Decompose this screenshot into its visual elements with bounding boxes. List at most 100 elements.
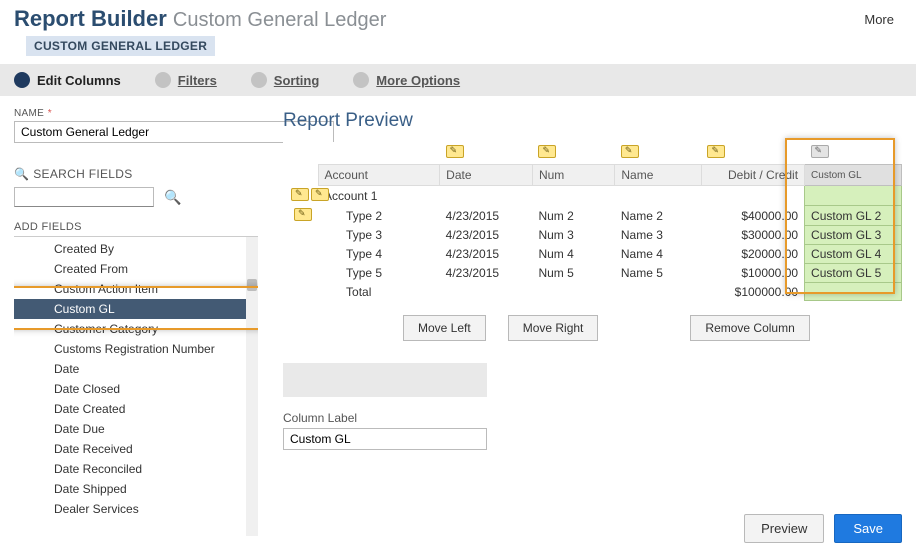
total-row: Total $100000.00	[283, 283, 902, 301]
step-label: Edit Columns	[37, 73, 121, 88]
remove-column-button[interactable]: Remove Column	[690, 315, 809, 341]
num-cell: Num 5	[532, 264, 614, 283]
date-cell: 4/23/2015	[440, 245, 533, 264]
col-date[interactable]: Date	[440, 165, 533, 186]
total-amount: $100000.00	[701, 283, 804, 301]
num-cell: Num 3	[532, 226, 614, 245]
move-left-button[interactable]: Move Left	[403, 315, 486, 341]
search-fields-label: 🔍 SEARCH FIELDS	[14, 167, 258, 181]
table-row: Type 54/23/2015Num 5Name 5$10000.00Custo…	[283, 264, 902, 283]
edit-row-icon[interactable]	[294, 208, 312, 221]
field-item[interactable]: Date Closed	[14, 379, 258, 399]
add-fields-label: ADD FIELDS	[14, 221, 258, 233]
custom-gl-cell: Custom GL 2	[805, 206, 902, 226]
step-label: More Options	[376, 73, 460, 88]
amount-cell: $20000.00	[701, 245, 804, 264]
name-cell: Name 5	[615, 264, 702, 283]
field-item[interactable]: Dealer Services	[14, 499, 258, 519]
field-item[interactable]: Date Due	[14, 419, 258, 439]
amount-cell: $30000.00	[701, 226, 804, 245]
report-preview-title: Report Preview	[283, 110, 902, 132]
step-more-options[interactable]: More Options	[353, 72, 460, 88]
table-row: Type 34/23/2015Num 3Name 3$30000.00Custo…	[283, 226, 902, 245]
type-cell: Type 5	[318, 264, 440, 283]
move-right-button[interactable]: Move Right	[508, 315, 599, 341]
preview-placeholder-block	[283, 363, 487, 397]
name-cell: Name 3	[615, 226, 702, 245]
field-item[interactable]: Custom Action Item	[14, 279, 258, 299]
field-item[interactable]: Created From	[14, 259, 258, 279]
num-cell: Num 2	[532, 206, 614, 226]
column-label-label: Column Label	[283, 411, 902, 425]
custom-gl-cell: Custom GL 5	[805, 264, 902, 283]
step-edit-columns[interactable]: Edit Columns	[14, 72, 121, 88]
table-row: Type 44/23/2015Num 4Name 4$20000.00Custo…	[283, 245, 902, 264]
title-sub: Custom General Ledger	[173, 9, 386, 31]
edit-row-icon[interactable]	[311, 188, 329, 201]
step-filters[interactable]: Filters	[155, 72, 217, 88]
step-dot-icon	[155, 72, 171, 88]
edit-column-icon[interactable]	[538, 145, 556, 158]
preview-button[interactable]: Preview	[744, 514, 824, 543]
search-input[interactable]	[14, 187, 154, 207]
col-account[interactable]: Account	[318, 165, 440, 186]
account-group-row: Account 1	[283, 186, 902, 206]
date-cell: 4/23/2015	[440, 264, 533, 283]
save-button[interactable]: Save	[834, 514, 902, 543]
scrollbar-track[interactable]	[246, 237, 258, 536]
type-cell: Type 2	[318, 206, 440, 226]
col-num[interactable]: Num	[532, 165, 614, 186]
field-item[interactable]: Date	[14, 359, 258, 379]
step-sorting[interactable]: Sorting	[251, 72, 320, 88]
step-label: Filters	[178, 73, 217, 88]
preview-table: Account Date Num Name Debit / Credit Cus…	[283, 142, 902, 301]
col-debit-credit[interactable]: Debit / Credit	[701, 165, 804, 186]
step-dot-icon	[251, 72, 267, 88]
search-fields-text: SEARCH FIELDS	[33, 167, 132, 181]
field-item[interactable]: Customer Category	[14, 319, 258, 339]
edit-column-icon[interactable]	[621, 145, 639, 158]
name-cell: Name 2	[615, 206, 702, 226]
subtitle-badge: CUSTOM GENERAL LEDGER	[26, 36, 215, 56]
num-cell: Num 4	[532, 245, 614, 264]
step-nav: Edit Columns Filters Sorting More Option…	[0, 64, 916, 96]
step-label: Sorting	[274, 73, 320, 88]
col-name[interactable]: Name	[615, 165, 702, 186]
required-asterisk: *	[48, 108, 52, 119]
step-dot-icon	[353, 72, 369, 88]
name-label: NAME	[14, 108, 44, 119]
field-item[interactable]: Date Created	[14, 399, 258, 419]
page-title: Report Builder Custom General Ledger	[14, 6, 386, 32]
type-cell: Type 4	[318, 245, 440, 264]
type-cell: Type 3	[318, 226, 440, 245]
account-group-cell: Account 1	[318, 186, 440, 206]
custom-gl-cell: Custom GL 4	[805, 245, 902, 264]
table-header-row: Account Date Num Name Debit / Credit Cus…	[283, 165, 902, 186]
column-label-input[interactable]	[283, 428, 487, 450]
field-item[interactable]: Created By	[14, 239, 258, 259]
custom-gl-cell: Custom GL 3	[805, 226, 902, 245]
more-link[interactable]: More	[864, 12, 894, 27]
field-item[interactable]: Date Received	[14, 439, 258, 459]
date-cell: 4/23/2015	[440, 206, 533, 226]
field-list[interactable]: Created ByCreated FromCustom Action Item…	[14, 236, 258, 536]
title-main: Report Builder	[14, 6, 167, 31]
step-dot-icon	[14, 72, 30, 88]
edit-column-icon[interactable]	[446, 145, 464, 158]
edit-column-icon[interactable]	[707, 145, 725, 158]
date-cell: 4/23/2015	[440, 226, 533, 245]
field-item[interactable]: Custom GL	[14, 299, 258, 319]
field-item[interactable]: Customs Registration Number	[14, 339, 258, 359]
field-item[interactable]: Date Shipped	[14, 479, 258, 499]
scrollbar-thumb[interactable]	[247, 279, 257, 291]
field-item[interactable]: Date Reconciled	[14, 459, 258, 479]
amount-cell: $40000.00	[701, 206, 804, 226]
table-row: Type 24/23/2015Num 2Name 2$40000.00Custo…	[283, 206, 902, 226]
name-cell: Name 4	[615, 245, 702, 264]
amount-cell: $10000.00	[701, 264, 804, 283]
search-icon: 🔍	[14, 167, 29, 181]
edit-row-icon[interactable]	[291, 188, 309, 201]
edit-column-icon[interactable]	[811, 145, 829, 158]
search-button-icon[interactable]: 🔍	[164, 189, 181, 206]
col-custom-gl[interactable]: Custom GL	[805, 165, 902, 186]
